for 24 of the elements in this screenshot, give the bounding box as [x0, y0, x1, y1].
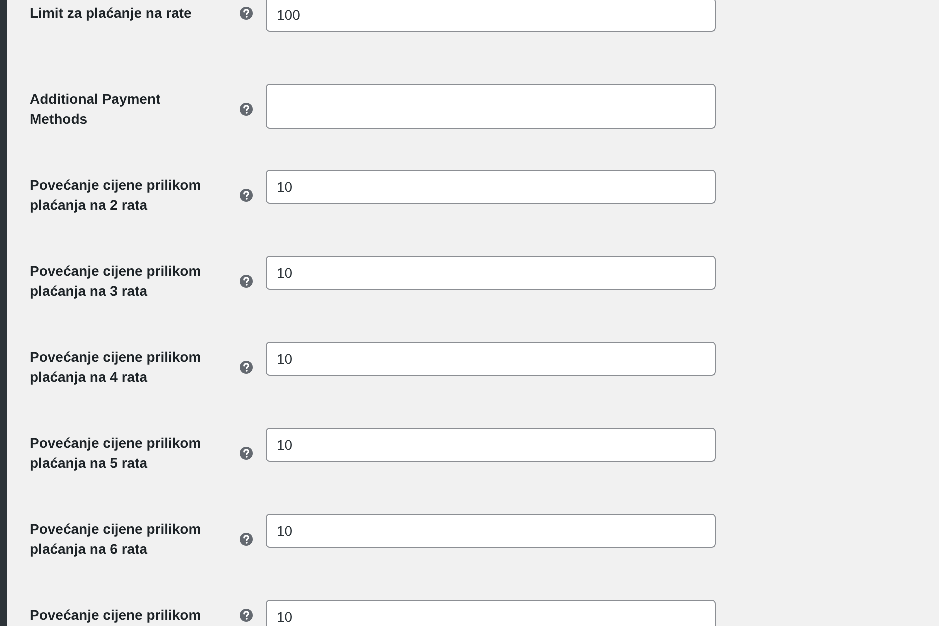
field-label: Povećanje cijene prilikom — [30, 606, 202, 625]
text-field[interactable]: 10 — [266, 256, 716, 290]
help-icon[interactable] — [240, 608, 253, 622]
field-label: Povećanje cijene prilikom plaćanja na 2 rata — [30, 176, 202, 215]
field-label: Additional Payment Methods — [30, 90, 162, 129]
text-field[interactable]: 10 — [266, 170, 716, 204]
field-label: Povećanje cijene prilikom plaćanja na 6 rata — [30, 520, 202, 559]
field-label: Limit za plaćanje na rate — [30, 4, 193, 23]
help-icon[interactable] — [240, 188, 253, 202]
text-field[interactable]: 10 — [266, 514, 716, 548]
field-label: Povećanje cijene prilikom plaćanja na 3 rata — [30, 262, 202, 301]
text-field[interactable]: 10 — [266, 342, 716, 376]
text-field[interactable]: 100 — [266, 0, 716, 32]
help-icon[interactable] — [240, 274, 253, 288]
field-label: Povećanje cijene prilikom plaćanja na 5 rata — [30, 434, 202, 473]
select-field[interactable] — [266, 84, 716, 129]
help-icon[interactable] — [240, 360, 253, 374]
text-field[interactable]: 10 — [266, 600, 716, 626]
text-field[interactable]: 10 — [266, 428, 716, 462]
field-label: Povećanje cijene prilikom plaćanja na 4 rata — [30, 348, 202, 387]
help-icon[interactable] — [240, 532, 253, 546]
help-icon[interactable] — [240, 446, 253, 460]
help-icon[interactable] — [240, 102, 253, 116]
help-icon[interactable] — [240, 6, 253, 20]
